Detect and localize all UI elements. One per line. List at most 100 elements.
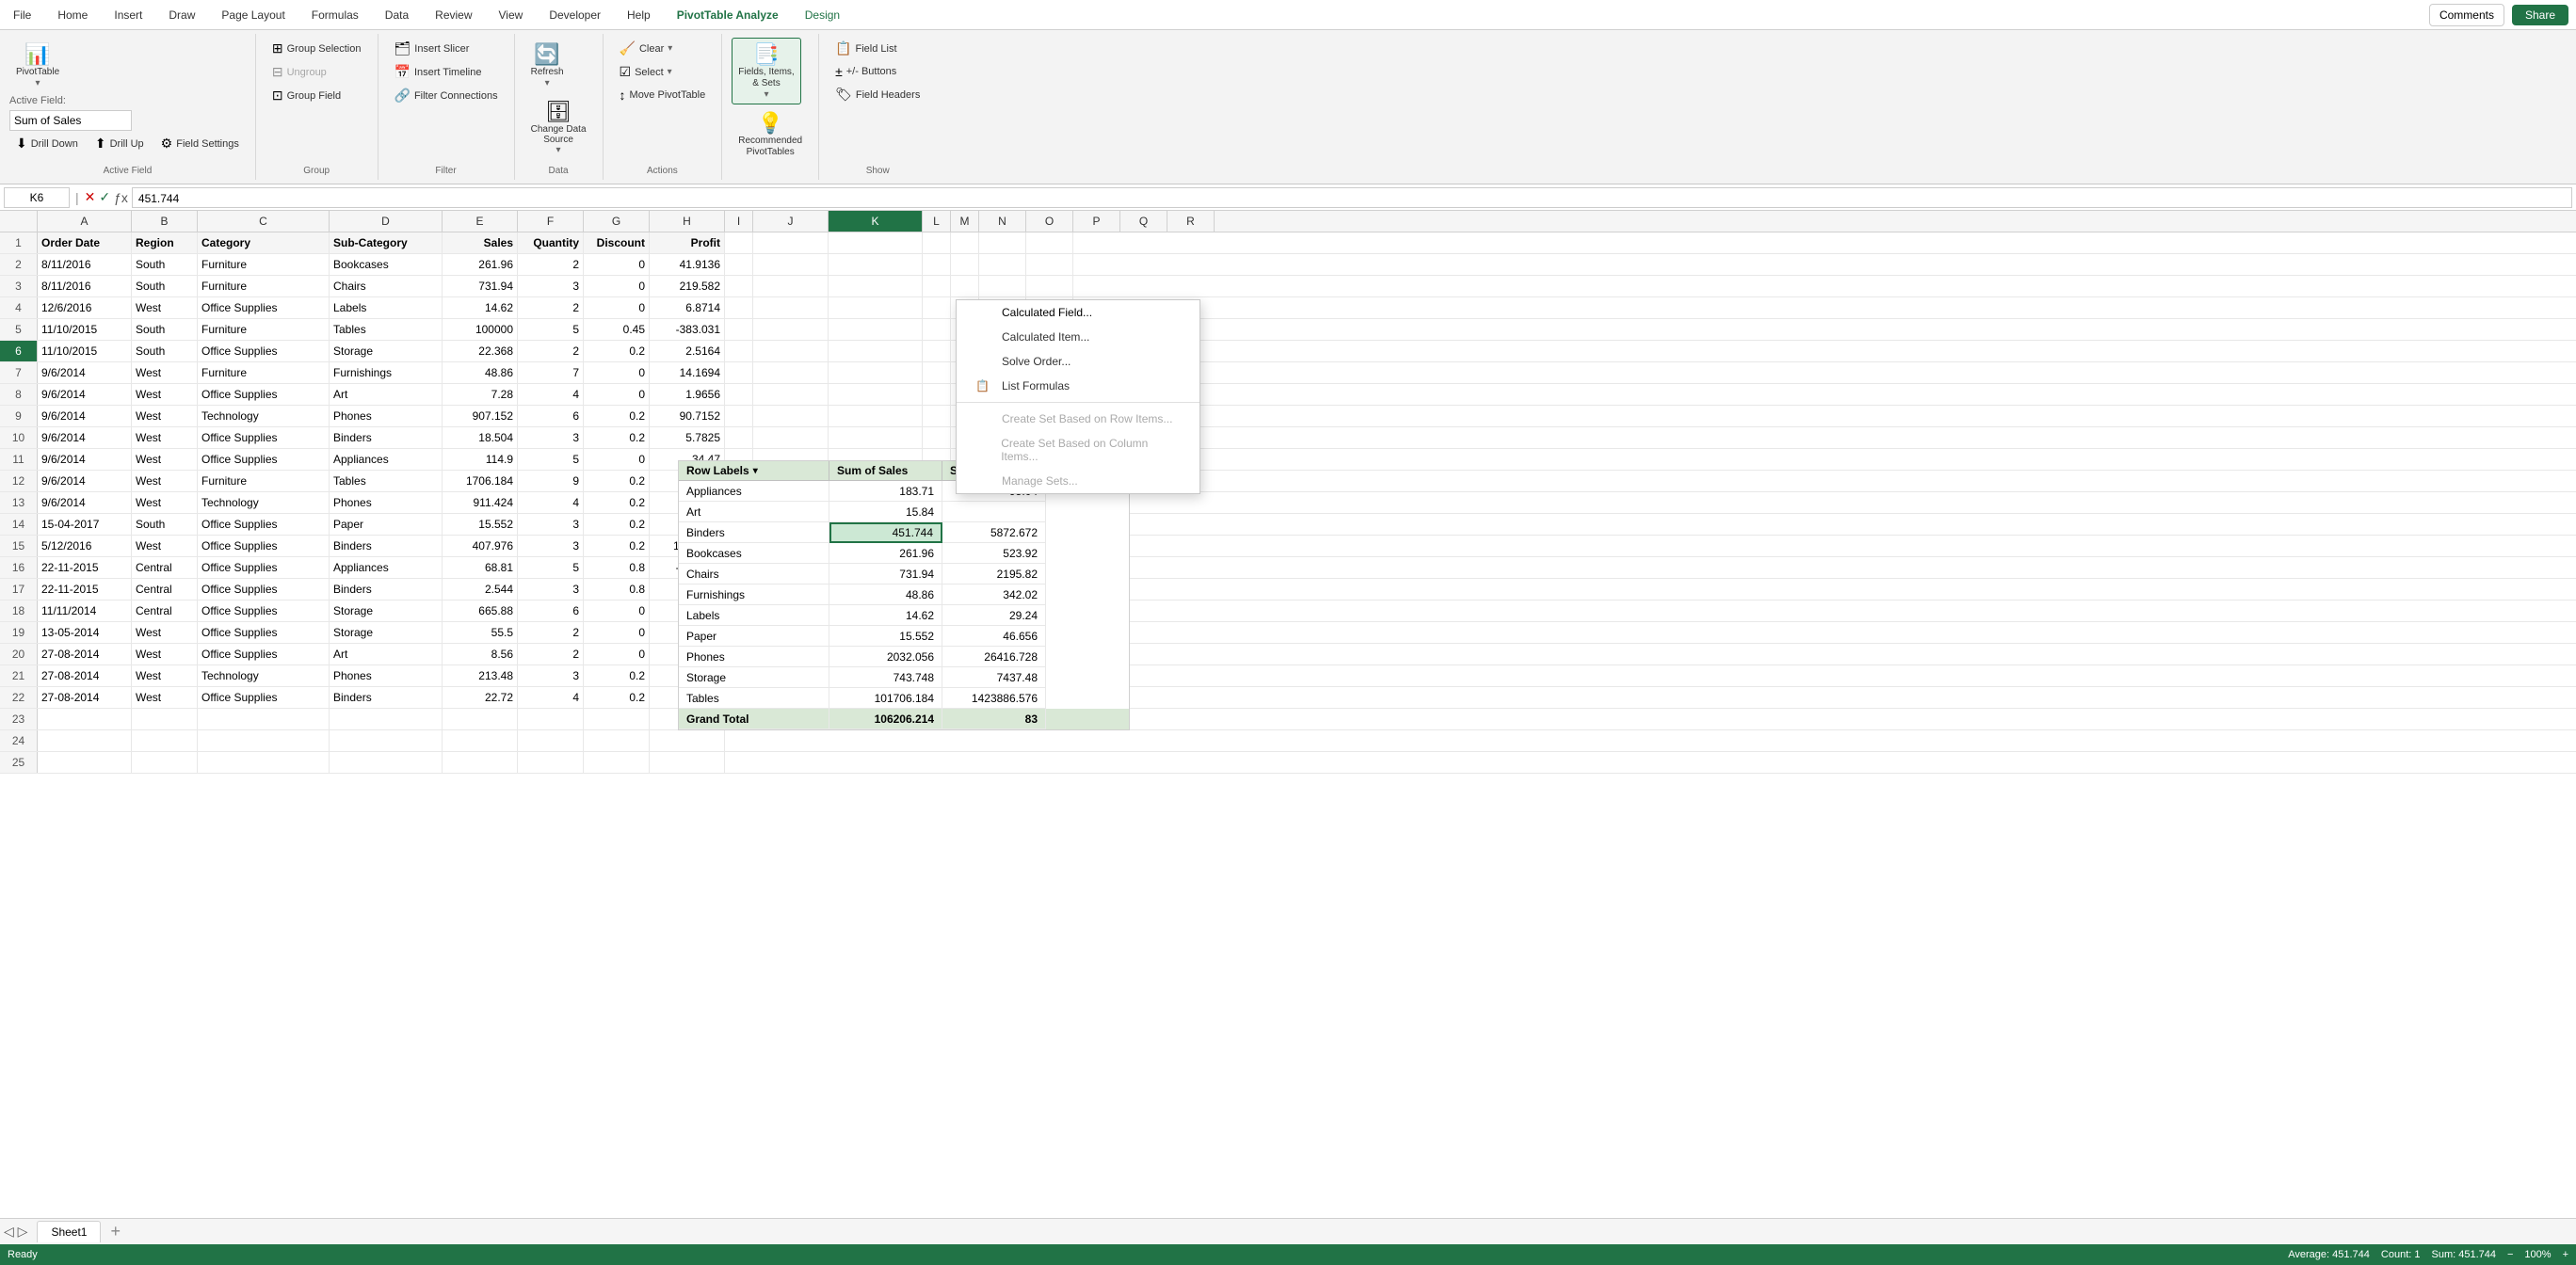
cell-a18[interactable]: 11/11/2014	[38, 600, 132, 621]
cell-b16[interactable]: Central	[132, 557, 198, 578]
cell-d21[interactable]: Phones	[330, 665, 443, 686]
cell-f16[interactable]: 5	[518, 557, 584, 578]
pivot-cell-sales[interactable]: 15.552	[829, 626, 942, 647]
cell-e6[interactable]: 22.368	[443, 341, 518, 361]
menu-data[interactable]: Data	[379, 7, 414, 24]
cell-b6[interactable]: South	[132, 341, 198, 361]
cell-c2[interactable]: Furniture	[198, 254, 330, 275]
row-num-16[interactable]: 16	[0, 557, 38, 578]
row-num-23[interactable]: 23	[0, 709, 38, 729]
row-num-24[interactable]: 24	[0, 730, 38, 751]
col-header-h[interactable]: H	[650, 211, 725, 232]
pivot-cell-label[interactable]: Binders	[679, 522, 829, 543]
group-field-button[interactable]: ⊡ Group Field	[266, 85, 347, 106]
row-num-6[interactable]: 6	[0, 341, 38, 361]
pivot-cell-sales[interactable]: 261.96	[829, 543, 942, 564]
cell-e3[interactable]: 731.94	[443, 276, 518, 296]
cell-b11[interactable]: West	[132, 449, 198, 470]
row-num-4[interactable]: 4	[0, 297, 38, 318]
menu-help[interactable]: Help	[621, 7, 656, 24]
cell-e12[interactable]: 1706.184	[443, 471, 518, 491]
row-num-22[interactable]: 22	[0, 687, 38, 708]
zoom-in-button[interactable]: +	[2563, 1249, 2568, 1260]
cell-b17[interactable]: Central	[132, 579, 198, 600]
cell-b2[interactable]: South	[132, 254, 198, 275]
pivot-cell-qty[interactable]: 29.24	[942, 605, 1046, 626]
field-list-button[interactable]: 📋 Field List	[829, 38, 903, 59]
pivot-cell-label[interactable]: Chairs	[679, 564, 829, 584]
cell-b20[interactable]: West	[132, 644, 198, 665]
cell-d12[interactable]: Tables	[330, 471, 443, 491]
dropdown-item-manage-sets[interactable]: Manage Sets...	[957, 469, 1199, 493]
cell-d6[interactable]: Storage	[330, 341, 443, 361]
pivot-cell-label[interactable]: Art	[679, 502, 829, 522]
cell-a6[interactable]: 11/10/2015	[38, 341, 132, 361]
cell-a9[interactable]: 9/6/2014	[38, 406, 132, 426]
col-header-q[interactable]: Q	[1120, 211, 1167, 232]
cell-a8[interactable]: 9/6/2014	[38, 384, 132, 405]
cell-h5[interactable]: -383.031	[650, 319, 725, 340]
row-num-5[interactable]: 5	[0, 319, 38, 340]
cell-a22[interactable]: 27-08-2014	[38, 687, 132, 708]
pivot-cell-qty[interactable]: 7437.48	[942, 667, 1046, 688]
pivot-cell-label[interactable]: Furnishings	[679, 584, 829, 605]
cell-c13[interactable]: Technology	[198, 492, 330, 513]
cell-d14[interactable]: Paper	[330, 514, 443, 535]
col-header-n[interactable]: N	[979, 211, 1026, 232]
row-num-18[interactable]: 18	[0, 600, 38, 621]
cell-f21[interactable]: 3	[518, 665, 584, 686]
recommended-pivottables-button[interactable]: 💡 RecommendedPivotTables	[732, 106, 809, 163]
row-num-25[interactable]: 25	[0, 752, 38, 773]
cell-d11[interactable]: Appliances	[330, 449, 443, 470]
cell-reference-input[interactable]	[4, 187, 70, 208]
group-selection-button[interactable]: ⊞ Group Selection	[266, 38, 368, 59]
pivot-cell-sales[interactable]: 183.71	[829, 481, 942, 502]
cell-g18[interactable]: 0	[584, 600, 650, 621]
cell-e11[interactable]: 114.9	[443, 449, 518, 470]
pivot-cell-sales[interactable]: 101706.184	[829, 688, 942, 709]
col-header-i[interactable]: I	[725, 211, 753, 232]
cell-e15[interactable]: 407.976	[443, 536, 518, 556]
cell-g11[interactable]: 0	[584, 449, 650, 470]
col-header-k[interactable]: K	[829, 211, 923, 232]
active-field-input[interactable]	[9, 110, 132, 131]
cell-c4[interactable]: Office Supplies	[198, 297, 330, 318]
row-num-3[interactable]: 3	[0, 276, 38, 296]
cell-c21[interactable]: Technology	[198, 665, 330, 686]
row-num-15[interactable]: 15	[0, 536, 38, 556]
cell-c1[interactable]: Category	[198, 232, 330, 253]
pivot-cell-label[interactable]: Storage	[679, 667, 829, 688]
cell-b12[interactable]: West	[132, 471, 198, 491]
cell-f6[interactable]: 2	[518, 341, 584, 361]
cell-d18[interactable]: Storage	[330, 600, 443, 621]
select-button[interactable]: ☑ Select ▾	[613, 61, 679, 83]
cell-d20[interactable]: Art	[330, 644, 443, 665]
cell-f18[interactable]: 6	[518, 600, 584, 621]
add-sheet-button[interactable]: +	[110, 1222, 121, 1241]
row-num-11[interactable]: 11	[0, 449, 38, 470]
cell-f12[interactable]: 9	[518, 471, 584, 491]
pivot-cell-label[interactable]: Paper	[679, 626, 829, 647]
cell-e16[interactable]: 68.81	[443, 557, 518, 578]
cell-c19[interactable]: Office Supplies	[198, 622, 330, 643]
row-num-17[interactable]: 17	[0, 579, 38, 600]
cell-b9[interactable]: West	[132, 406, 198, 426]
menu-review[interactable]: Review	[429, 7, 477, 24]
formula-insert-function-icon[interactable]: ƒx	[114, 190, 128, 205]
row-num-8[interactable]: 8	[0, 384, 38, 405]
cell-d15[interactable]: Binders	[330, 536, 443, 556]
cell-e1[interactable]: Sales	[443, 232, 518, 253]
row-num-2[interactable]: 2	[0, 254, 38, 275]
cell-g16[interactable]: 0.8	[584, 557, 650, 578]
cell-c5[interactable]: Furniture	[198, 319, 330, 340]
cell-e10[interactable]: 18.504	[443, 427, 518, 448]
cell-a3[interactable]: 8/11/2016	[38, 276, 132, 296]
drill-up-button[interactable]: ⬆ Drill Up	[89, 133, 151, 154]
cell-b4[interactable]: West	[132, 297, 198, 318]
field-headers-button[interactable]: 🏷 Field Headers	[829, 84, 926, 105]
cell-a21[interactable]: 27-08-2014	[38, 665, 132, 686]
comments-button[interactable]: Comments	[2429, 4, 2504, 26]
pivot-cell-qty[interactable]	[942, 502, 1046, 522]
cell-h4[interactable]: 6.8714	[650, 297, 725, 318]
pivot-cell-sales[interactable]: 743.748	[829, 667, 942, 688]
